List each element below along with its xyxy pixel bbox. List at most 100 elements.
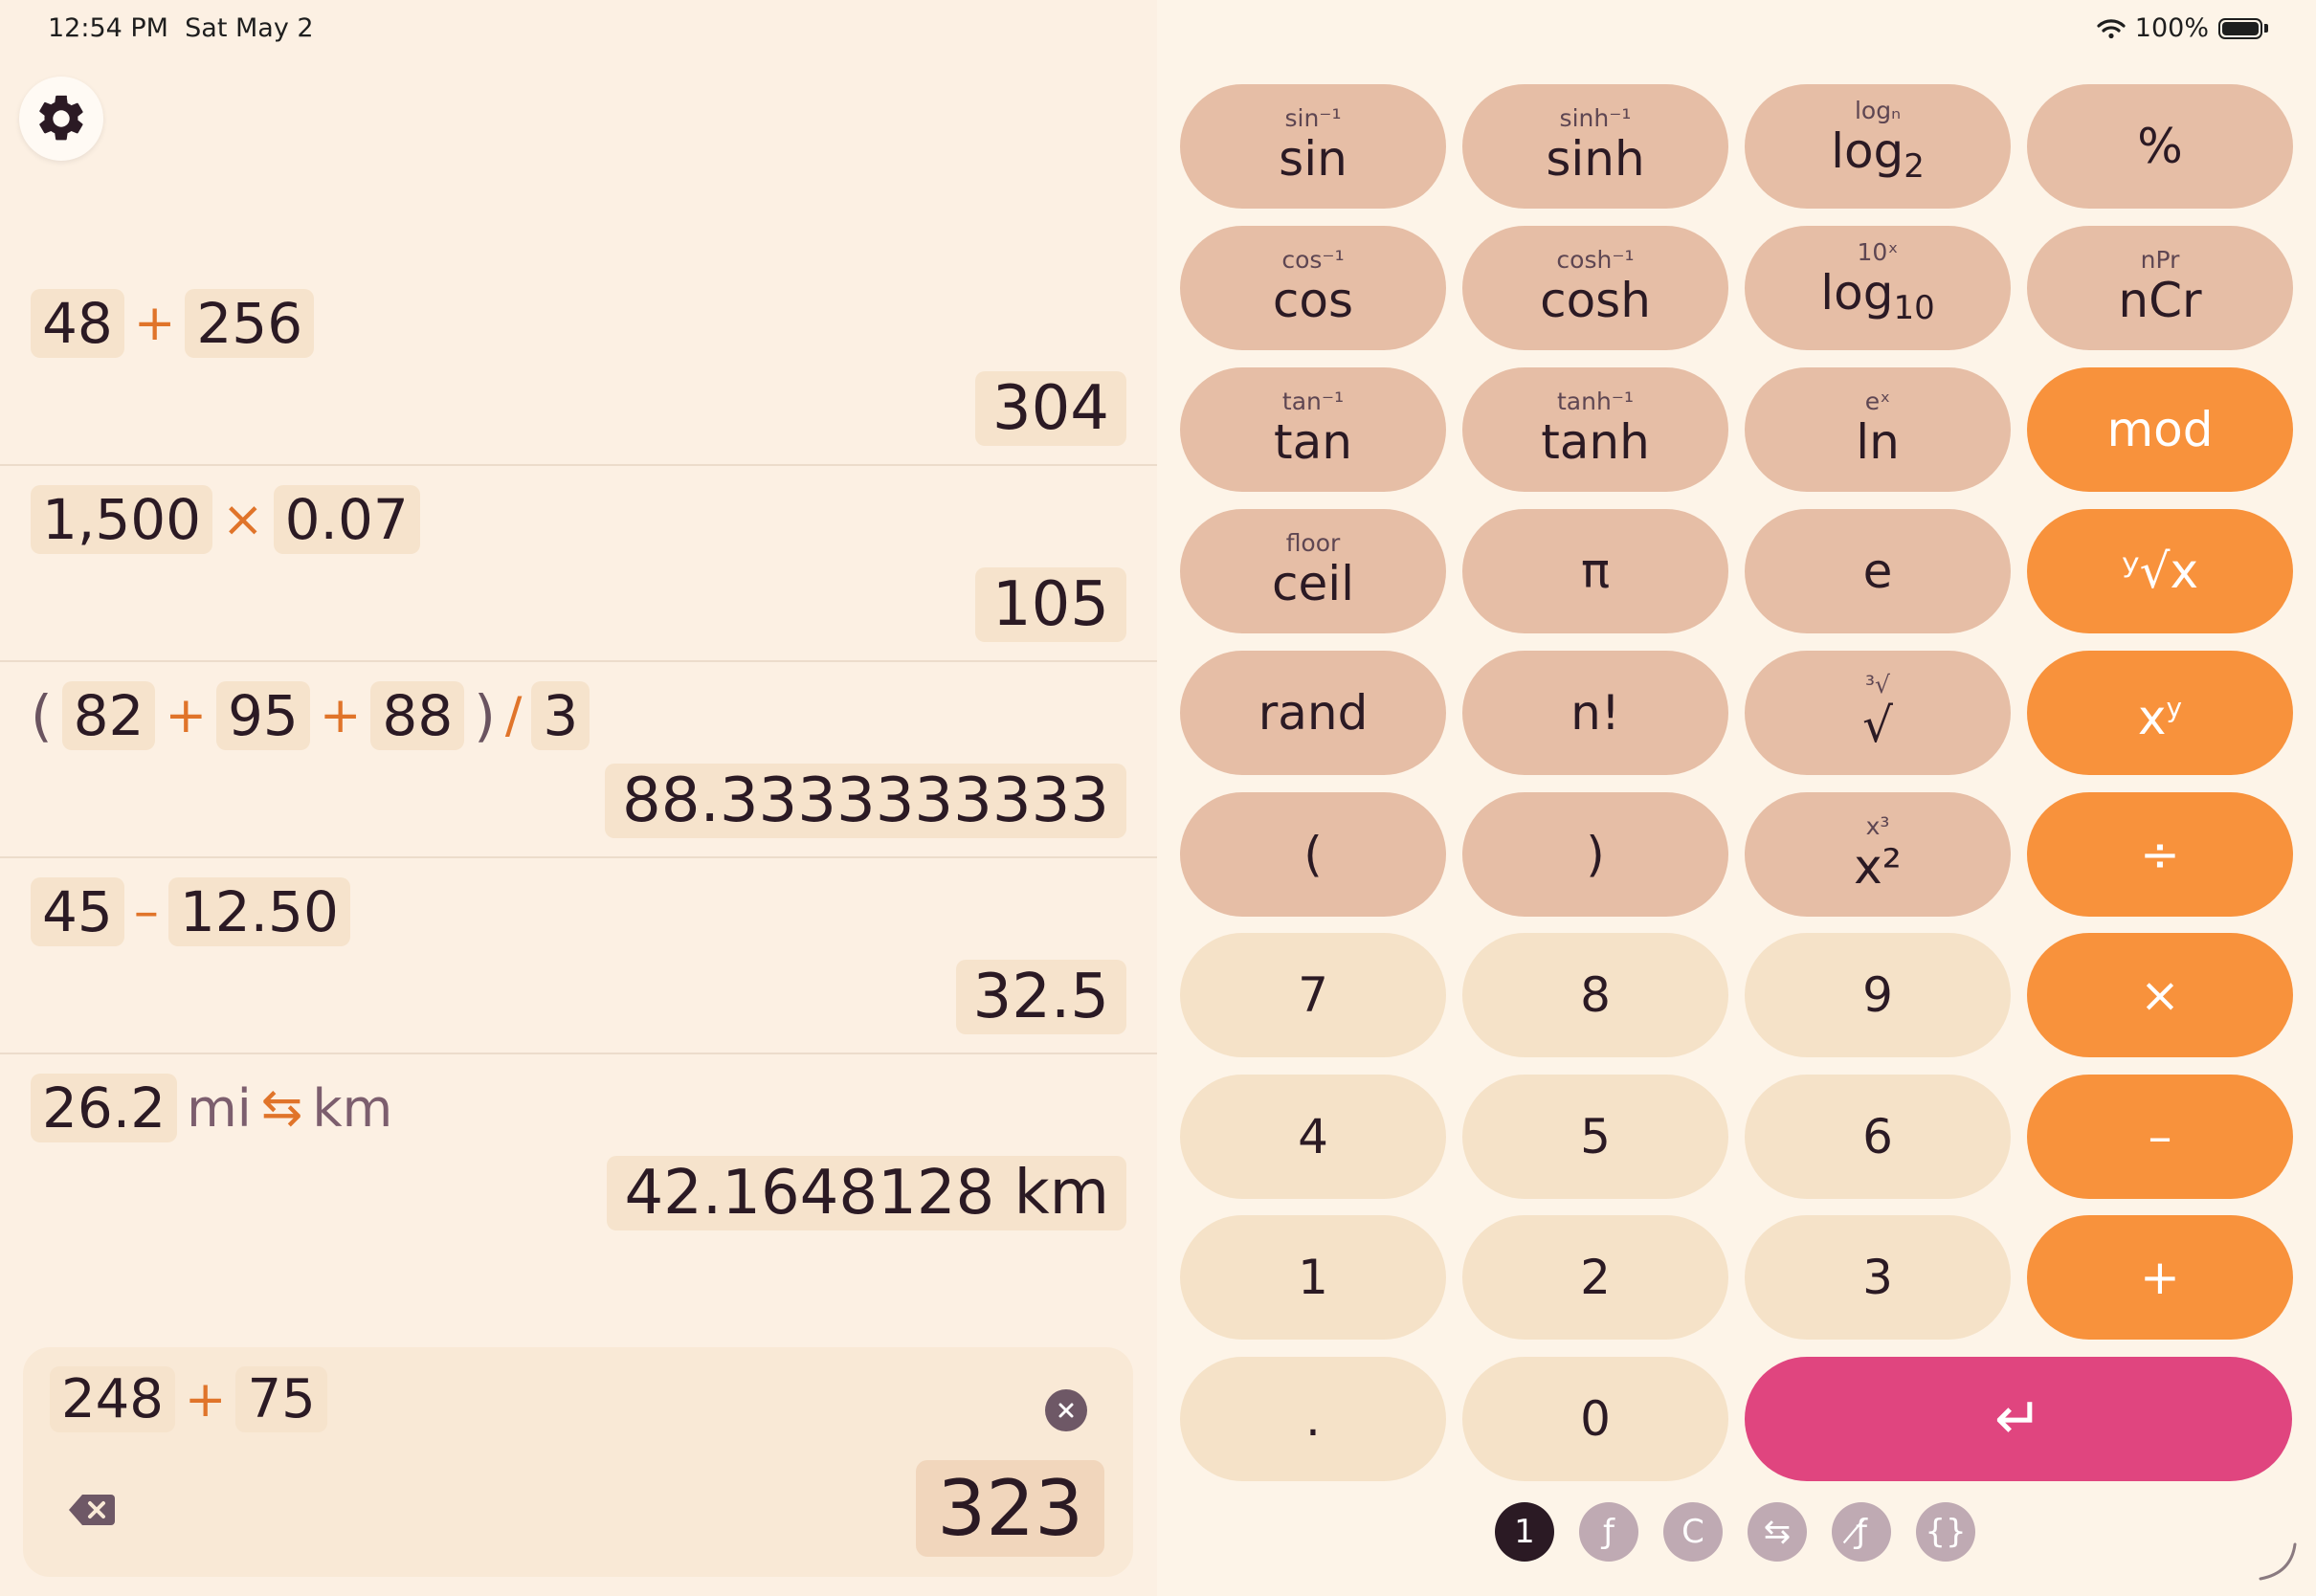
settings-button[interactable] bbox=[19, 77, 103, 161]
key-secondary-label: cos⁻¹ bbox=[1281, 246, 1345, 274]
key-([interactable]: ( bbox=[1180, 792, 1446, 917]
key-8[interactable]: 8 bbox=[1462, 933, 1728, 1057]
keypad-panel: 100% sin⁻¹ sin sinh⁻¹ sinh logₙ log2% cos⁻¹ cos… bbox=[1157, 0, 2316, 1596]
key-secondary-label: nPr bbox=[2140, 246, 2180, 274]
history-operand[interactable]: 82 bbox=[61, 681, 156, 750]
key-–[interactable]: – bbox=[2027, 1075, 2293, 1199]
history-entry[interactable]: 48 +256 304 bbox=[0, 268, 1157, 466]
key-nCr[interactable]: nPr nCr bbox=[2027, 226, 2293, 350]
key-6[interactable]: 6 bbox=[1745, 1075, 2011, 1199]
history-entry[interactable]: 1,500 × 0.07 105 bbox=[0, 464, 1157, 662]
history-paren: ) bbox=[474, 683, 496, 748]
history-entry[interactable]: (82 +95 +88)/3 88.3333333333 bbox=[0, 660, 1157, 858]
key-label: 7 bbox=[1298, 967, 1328, 1023]
key-log10[interactable]: 10ˣ log10 bbox=[1745, 226, 2011, 350]
key-label: 6 bbox=[1862, 1109, 1893, 1164]
key-label: log2 bbox=[1831, 123, 1925, 186]
key-%[interactable]: % bbox=[2027, 84, 2293, 209]
history-operator: + bbox=[133, 295, 176, 352]
mode-button[interactable]: ƒ̸ bbox=[1832, 1502, 1891, 1562]
key-secondary-label: cosh⁻¹ bbox=[1556, 246, 1635, 274]
key-2[interactable]: 2 bbox=[1462, 1215, 1728, 1340]
history-operand[interactable]: 88 bbox=[370, 681, 465, 750]
history-operand[interactable]: 12.50 bbox=[167, 877, 350, 946]
mode-selector: 1 ƒ C ⇆ ƒ̸ {} bbox=[1495, 1502, 1975, 1562]
key-label: + bbox=[2140, 1250, 2180, 1305]
history-entry[interactable]: 45–12.50 32.5 bbox=[0, 856, 1157, 1054]
key-cosh[interactable]: cosh⁻¹ cosh bbox=[1462, 226, 1728, 350]
key-π[interactable]: π bbox=[1462, 509, 1728, 633]
key-e[interactable]: e bbox=[1745, 509, 2011, 633]
key-label: mod bbox=[2106, 402, 2214, 457]
history-operand[interactable]: 256 bbox=[185, 289, 315, 358]
history-operand[interactable]: 45 bbox=[31, 877, 124, 946]
backspace-button[interactable] bbox=[67, 1491, 117, 1533]
key-cos[interactable]: cos⁻¹ cos bbox=[1180, 226, 1446, 350]
key-x[interactable]: xy bbox=[2027, 651, 2293, 775]
key-x²[interactable]: x³ x² bbox=[1745, 792, 2011, 917]
key-×[interactable]: × bbox=[2027, 933, 2293, 1057]
key-label: 2 bbox=[1580, 1250, 1611, 1305]
key-ceil[interactable]: floor ceil bbox=[1180, 509, 1446, 633]
current-input-panel[interactable]: 248 + 75 323 bbox=[23, 1347, 1133, 1577]
key-label: tan bbox=[1274, 414, 1352, 470]
key-mod[interactable]: mod bbox=[2027, 367, 2293, 492]
mode-button[interactable]: ⇆ bbox=[1748, 1502, 1807, 1562]
key-tan[interactable]: tan⁻¹ tan bbox=[1180, 367, 1446, 492]
key-4[interactable]: 4 bbox=[1180, 1075, 1446, 1199]
key-label: 0 bbox=[1580, 1391, 1611, 1447]
mode-button[interactable]: C bbox=[1663, 1502, 1723, 1562]
key-9[interactable]: 9 bbox=[1745, 933, 2011, 1057]
key-)[interactable]: ) bbox=[1462, 792, 1728, 917]
history-expression[interactable]: 45–12.50 bbox=[31, 877, 350, 946]
history-result[interactable]: 32.5 bbox=[955, 960, 1126, 1034]
key-√[interactable]: ³√ √ bbox=[1745, 651, 2011, 775]
wifi-icon bbox=[2097, 18, 2126, 38]
history-result[interactable]: 105 bbox=[974, 567, 1126, 642]
history-expression[interactable]: 48 +256 bbox=[31, 289, 315, 358]
mode-button[interactable]: ƒ bbox=[1579, 1502, 1638, 1562]
key-label: 4 bbox=[1298, 1109, 1328, 1164]
history-result[interactable]: 42.1648128 km bbox=[607, 1156, 1126, 1230]
key-÷[interactable]: ÷ bbox=[2027, 792, 2293, 917]
history-operand[interactable]: 48 bbox=[31, 289, 124, 358]
key-1[interactable]: 1 bbox=[1180, 1215, 1446, 1340]
key-label: xy bbox=[2137, 690, 2183, 745]
key-sinh[interactable]: sinh⁻¹ sinh bbox=[1462, 84, 1728, 209]
key-3[interactable]: 3 bbox=[1745, 1215, 2011, 1340]
history-unit: km bbox=[312, 1077, 393, 1139]
key-7[interactable]: 7 bbox=[1180, 933, 1446, 1057]
history-operand[interactable]: 95 bbox=[216, 681, 310, 750]
status-indicators: 100% bbox=[2097, 13, 2268, 43]
history-expression[interactable]: (82 +95 +88)/3 bbox=[31, 681, 590, 750]
history-expression[interactable]: 1,500 × 0.07 bbox=[31, 485, 420, 554]
key-log2[interactable]: logₙ log2 bbox=[1745, 84, 2011, 209]
enter-button[interactable]: ↵ bbox=[1745, 1357, 2292, 1481]
history-operand[interactable]: 1,500 bbox=[31, 485, 213, 554]
status-time: 12:54 PM Sat May 2 bbox=[48, 13, 314, 43]
key-ʸ√x[interactable]: ʸ√x bbox=[2027, 509, 2293, 633]
history-operand[interactable]: 26.2 bbox=[31, 1074, 178, 1142]
clear-button[interactable] bbox=[1045, 1389, 1087, 1431]
current-operand[interactable]: 248 bbox=[50, 1366, 175, 1432]
key-ln[interactable]: eˣ ln bbox=[1745, 367, 2011, 492]
key-.[interactable]: . bbox=[1180, 1357, 1446, 1481]
key-sin[interactable]: sin⁻¹ sin bbox=[1180, 84, 1446, 209]
key-n![interactable]: n! bbox=[1462, 651, 1728, 775]
history-result[interactable]: 304 bbox=[974, 371, 1126, 446]
key-label: ) bbox=[1586, 827, 1605, 882]
history-operand[interactable]: 3 bbox=[531, 681, 590, 750]
current-operand[interactable]: 75 bbox=[235, 1366, 327, 1432]
history-operand[interactable]: 0.07 bbox=[273, 485, 420, 554]
history-expression[interactable]: 26.2 mi ⇆ km bbox=[31, 1074, 392, 1142]
history-result[interactable]: 88.3333333333 bbox=[605, 764, 1126, 838]
key-tanh[interactable]: tanh⁻¹ tanh bbox=[1462, 367, 1728, 492]
key-0[interactable]: 0 bbox=[1462, 1357, 1728, 1481]
key-+[interactable]: + bbox=[2027, 1215, 2293, 1340]
key-rand[interactable]: rand bbox=[1180, 651, 1446, 775]
mode-button[interactable]: {} bbox=[1916, 1502, 1975, 1562]
current-expression[interactable]: 248 + 75 bbox=[50, 1366, 327, 1432]
history-entry[interactable]: 26.2 mi ⇆ km 42.1648128 km bbox=[0, 1053, 1157, 1249]
mode-button[interactable]: 1 bbox=[1495, 1502, 1554, 1562]
key-5[interactable]: 5 bbox=[1462, 1075, 1728, 1199]
